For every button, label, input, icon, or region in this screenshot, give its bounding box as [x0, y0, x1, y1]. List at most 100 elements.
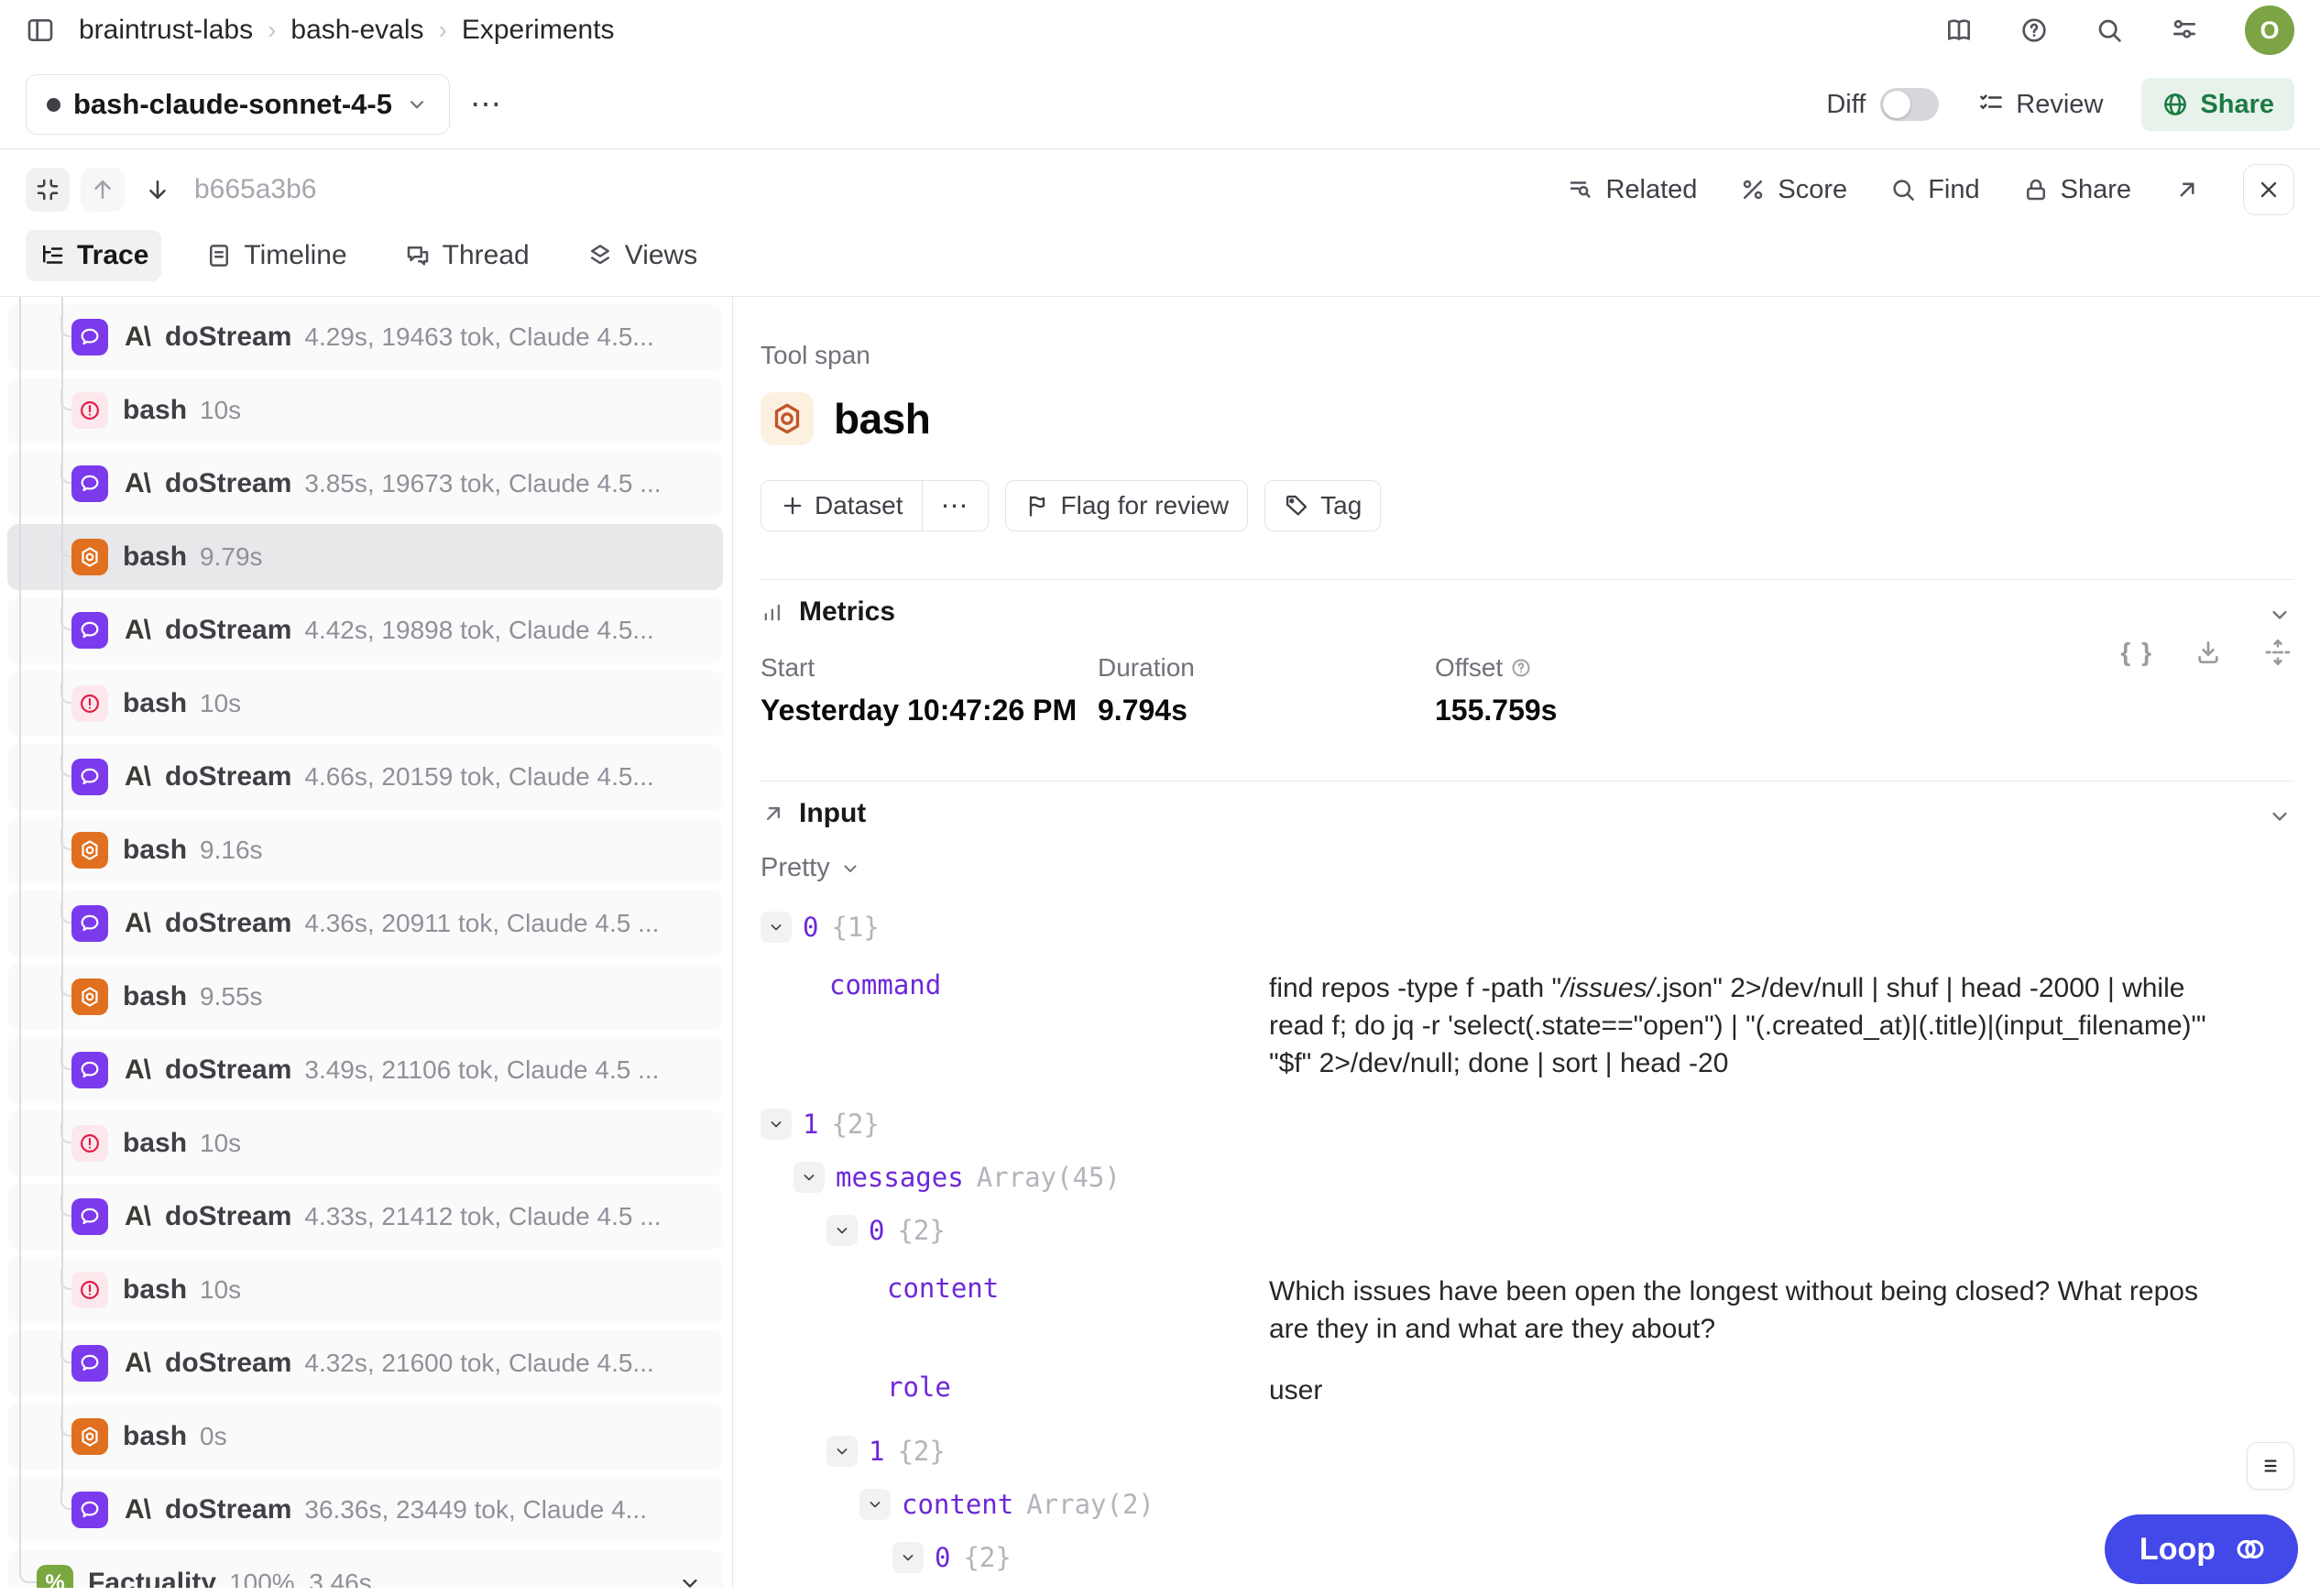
experiment-more-button[interactable]: ⋯	[470, 86, 503, 123]
span-row-bash[interactable]: bash 9.55s	[7, 964, 723, 1030]
anthropic-logo-icon: A\	[125, 1201, 150, 1232]
breadcrumb-project[interactable]: bash-evals	[290, 15, 423, 46]
json-key: 0	[869, 1215, 884, 1246]
collapse-node-icon[interactable]	[859, 1489, 891, 1520]
prev-span-button[interactable]	[81, 168, 125, 212]
llm-span-icon	[71, 319, 108, 355]
collapse-section-icon[interactable]	[2267, 803, 2293, 829]
llm-span-icon	[71, 759, 108, 795]
collapse-section-icon[interactable]	[2267, 602, 2293, 628]
tag-button[interactable]: Tag	[1264, 480, 1381, 531]
span-meta: 9.55s	[200, 982, 263, 1011]
span-row-factuality[interactable]: % Factuality 100%, 3.46s	[7, 1550, 723, 1588]
layers-icon	[586, 242, 614, 269]
experiment-name: bash-claude-sonnet-4-5	[73, 88, 392, 121]
collapse-panel-button[interactable]	[26, 168, 70, 212]
span-meta: 4.42s, 19898 tok, Claude 4.5...	[304, 616, 653, 645]
collapse-node-icon[interactable]	[892, 1542, 924, 1573]
find-button[interactable]: Find	[1889, 175, 1979, 205]
collapse-node-icon[interactable]	[826, 1436, 858, 1467]
trace-tabs: Trace Timeline Thread Views	[26, 230, 2294, 296]
tab-trace[interactable]: Trace	[26, 230, 161, 281]
open-external-icon[interactable]	[2173, 176, 2201, 203]
span-label: doStream	[165, 761, 291, 793]
score-span-icon: %	[37, 1565, 73, 1588]
span-row-dostream[interactable]: A\ doStream 3.85s, 19673 tok, Claude 4.5…	[7, 451, 723, 517]
json-node-meta: {2}	[831, 1109, 879, 1140]
breadcrumb-separator: ›	[438, 16, 446, 45]
span-row-bash-error[interactable]: bash 10s	[7, 1257, 723, 1323]
collapse-node-icon[interactable]	[761, 912, 792, 943]
avatar[interactable]: O	[2245, 5, 2294, 55]
anthropic-logo-icon: A\	[125, 1348, 150, 1379]
add-to-dataset-button[interactable]: Dataset	[761, 481, 922, 530]
sidebar-toggle-icon[interactable]	[26, 16, 55, 45]
help-icon[interactable]	[2019, 16, 2049, 45]
chevron-down-icon	[839, 858, 861, 880]
next-span-button[interactable]	[136, 168, 180, 212]
collapse-node-icon[interactable]	[761, 1109, 792, 1140]
span-row-bash-error[interactable]: bash 10s	[7, 671, 723, 737]
span-row-dostream[interactable]: A\ doStream 3.49s, 21106 tok, Claude 4.5…	[7, 1037, 723, 1103]
breadcrumb-org[interactable]: braintrust-labs	[79, 15, 253, 46]
score-button[interactable]: Score	[1739, 175, 1847, 205]
chevron-down-icon[interactable]	[677, 1570, 703, 1588]
span-meta: 4.32s, 21600 tok, Claude 4.5...	[304, 1349, 653, 1378]
tool-span-icon	[71, 1418, 108, 1455]
close-trace-button[interactable]	[2243, 164, 2294, 215]
span-row-bash-error[interactable]: bash 10s	[7, 1110, 723, 1176]
anthropic-logo-icon: A\	[125, 322, 150, 353]
info-icon[interactable]	[1510, 657, 1532, 679]
tab-thread[interactable]: Thread	[391, 230, 542, 281]
diff-toggle[interactable]	[1880, 88, 1939, 121]
loop-icon	[2230, 1529, 2271, 1569]
llm-span-icon	[71, 1198, 108, 1235]
tab-timeline[interactable]: Timeline	[192, 230, 359, 281]
share-span-button[interactable]: Share	[2022, 175, 2131, 205]
span-row-bash-selected[interactable]: bash 9.79s	[7, 524, 723, 590]
json-node-meta: {2}	[897, 1215, 945, 1246]
experiment-selector[interactable]: bash-claude-sonnet-4-5	[26, 74, 450, 135]
span-label: bash	[123, 1274, 187, 1306]
docs-icon[interactable]	[1944, 16, 1974, 45]
panel-menu-button[interactable]	[2247, 1442, 2294, 1490]
share-button[interactable]: Share	[2141, 78, 2294, 131]
span-detail-panel: { } Tool span bash Dataset	[733, 297, 2320, 1588]
span-row-dostream[interactable]: A\ doStream 4.66s, 20159 tok, Claude 4.5…	[7, 744, 723, 810]
span-label: doStream	[165, 615, 291, 646]
review-button[interactable]: Review	[1977, 90, 2103, 120]
span-meta: 10s	[200, 396, 241, 425]
metric-start-label: Start	[761, 653, 1098, 683]
loop-button[interactable]: Loop	[2105, 1514, 2298, 1584]
json-key: content	[887, 1273, 1269, 1348]
collapse-node-icon[interactable]	[793, 1162, 825, 1193]
format-selector[interactable]: Pretty	[761, 853, 2294, 883]
flag-for-review-button[interactable]: Flag for review	[1005, 480, 1249, 531]
span-row-bash-error[interactable]: bash 10s	[7, 377, 723, 443]
json-node-meta: {1}	[831, 912, 879, 943]
search-icon[interactable]	[2095, 16, 2124, 45]
span-row-dostream[interactable]: A\ doStream 4.42s, 19898 tok, Claude 4.5…	[7, 597, 723, 663]
span-row-bash[interactable]: bash 0s	[7, 1404, 723, 1470]
metrics-heading: Metrics	[799, 596, 895, 628]
related-button[interactable]: Related	[1567, 175, 1697, 205]
span-row-dostream[interactable]: A\ doStream 36.36s, 23449 tok, Claude 4.…	[7, 1477, 723, 1543]
globe-icon	[2161, 91, 2189, 118]
tool-span-icon	[71, 978, 108, 1015]
span-label: Factuality	[88, 1568, 216, 1588]
dataset-more-button[interactable]: ⋯	[923, 481, 988, 530]
arrow-up-right-icon	[761, 801, 786, 826]
span-meta: 4.29s, 19463 tok, Claude 4.5...	[304, 322, 653, 352]
span-row-dostream[interactable]: A\ doStream 4.32s, 21600 tok, Claude 4.5…	[7, 1330, 723, 1396]
breadcrumb-page[interactable]: Experiments	[462, 15, 615, 46]
timeline-icon	[205, 242, 233, 269]
collapse-node-icon[interactable]	[826, 1215, 858, 1246]
span-row-dostream[interactable]: A\ doStream 4.33s, 21412 tok, Claude 4.5…	[7, 1184, 723, 1250]
breadcrumb-separator: ›	[268, 16, 276, 45]
span-row-dostream[interactable]: A\ doStream 4.29s, 19463 tok, Claude 4.5…	[7, 304, 723, 370]
tab-views[interactable]: Views	[574, 230, 710, 281]
json-key: 0	[935, 1542, 950, 1573]
span-row-dostream[interactable]: A\ doStream 4.36s, 20911 tok, Claude 4.5…	[7, 891, 723, 957]
settings-icon[interactable]	[2170, 16, 2199, 45]
span-row-bash[interactable]: bash 9.16s	[7, 817, 723, 883]
